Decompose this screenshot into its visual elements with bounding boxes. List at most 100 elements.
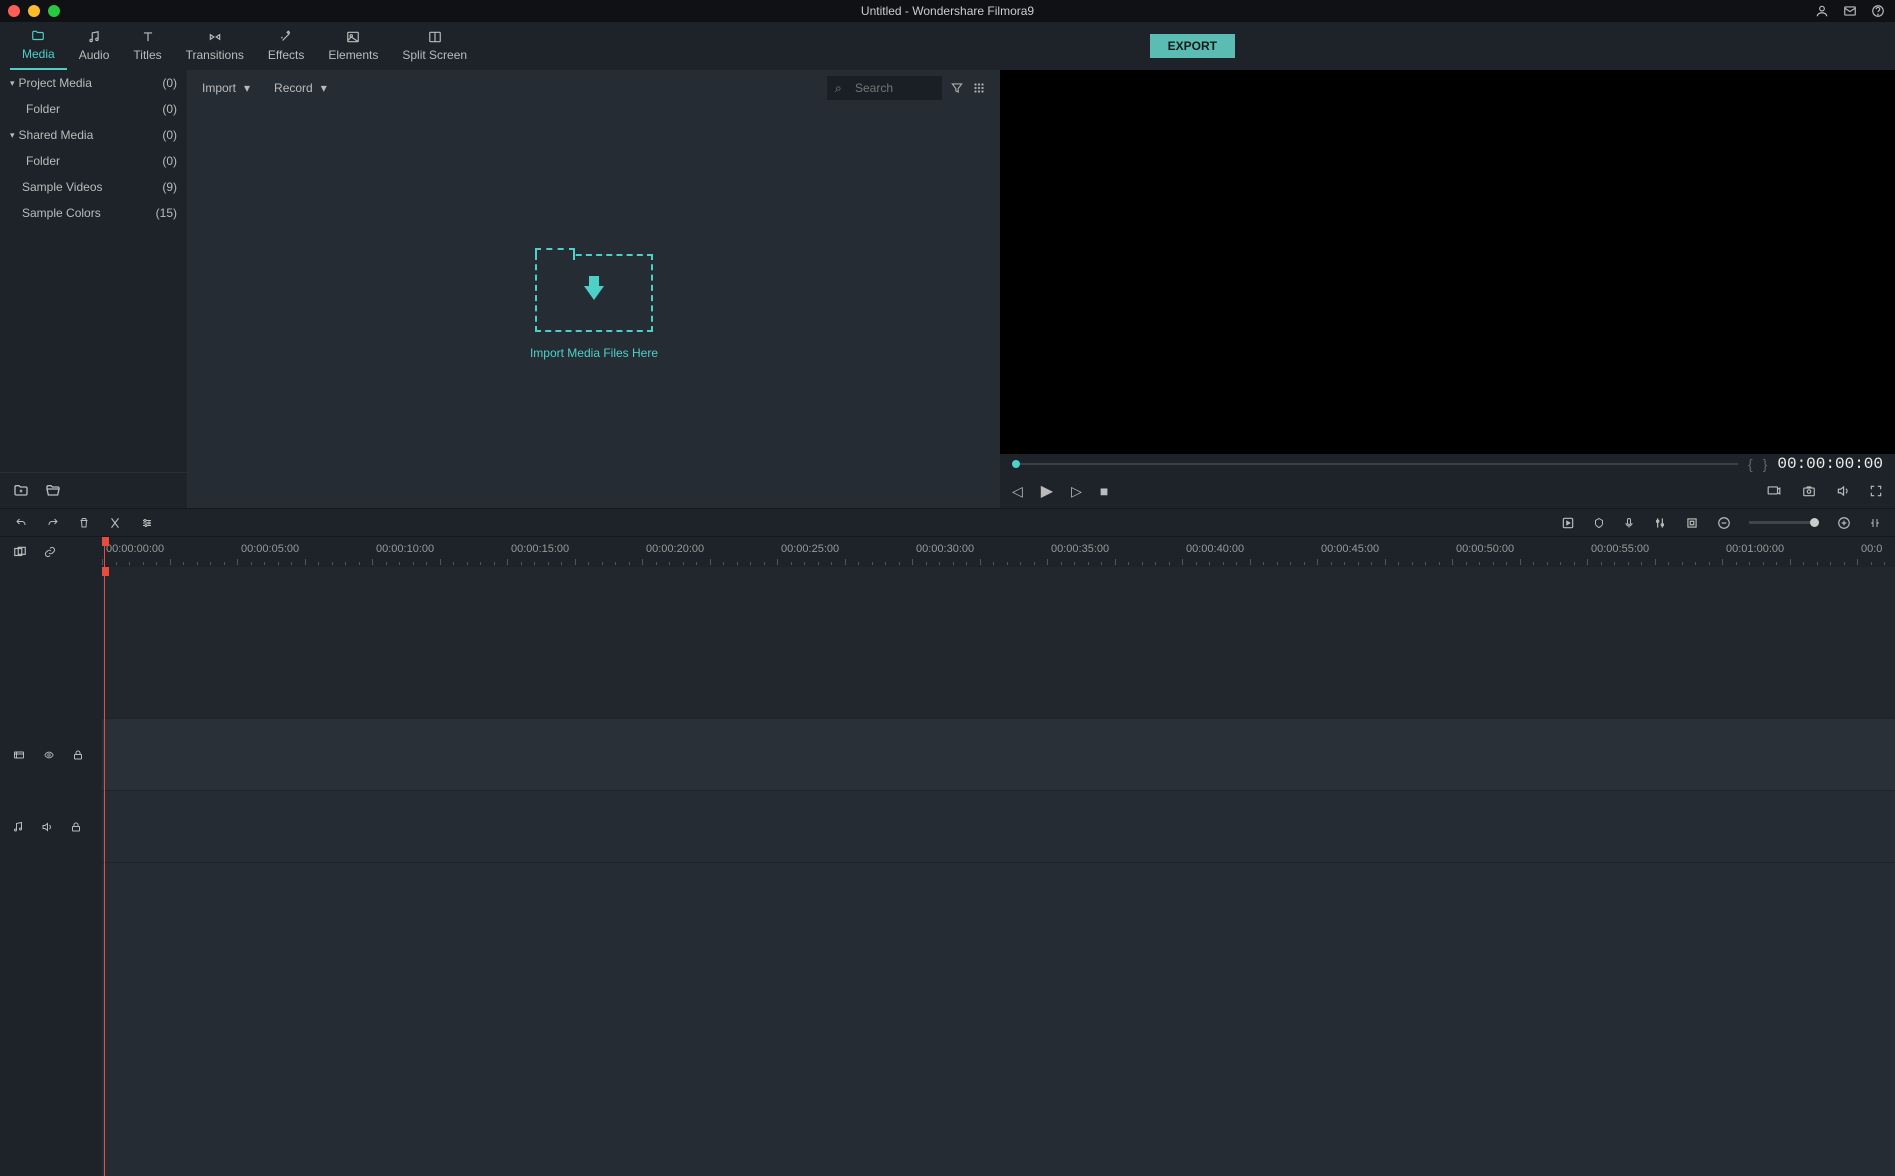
- video-track[interactable]: [102, 719, 1895, 791]
- step-forward-icon[interactable]: ▷: [1071, 483, 1082, 500]
- window-title: Untitled - Wondershare Filmora9: [861, 4, 1034, 18]
- tab-splitscreen[interactable]: Split Screen: [390, 22, 479, 70]
- tab-effects[interactable]: Effects: [256, 22, 316, 70]
- ruler-mark: 00:00:55:00: [1591, 543, 1649, 555]
- step-back-icon[interactable]: ◁: [1012, 483, 1023, 500]
- render-icon[interactable]: [1561, 516, 1575, 530]
- tab-label: Transitions: [186, 48, 244, 62]
- search-input[interactable]: [827, 76, 942, 100]
- ruler-mark: 00:00:15:00: [511, 543, 569, 555]
- sidebar-item-folder[interactable]: Folder (0): [0, 148, 187, 174]
- tab-label: Effects: [268, 48, 304, 62]
- dropzone-label: Import Media Files Here: [530, 346, 658, 360]
- folder-icon: [30, 29, 46, 45]
- filter-icon[interactable]: [950, 81, 964, 95]
- speaker-icon[interactable]: [40, 821, 54, 833]
- record-dropdown[interactable]: Record ▾: [274, 81, 327, 95]
- wand-icon: [279, 30, 293, 46]
- preview-canvas[interactable]: [1000, 70, 1895, 454]
- zoom-handle[interactable]: [1810, 518, 1819, 527]
- tab-audio[interactable]: Audio: [67, 22, 122, 70]
- scrub-track[interactable]: [1012, 463, 1738, 465]
- timeline-spacer: [102, 567, 1895, 719]
- open-folder-icon[interactable]: [44, 483, 62, 499]
- eye-icon[interactable]: [42, 750, 56, 760]
- crop-icon[interactable]: [1685, 516, 1699, 530]
- maximize-window-button[interactable]: [48, 5, 60, 17]
- grid-view-icon[interactable]: [972, 81, 986, 95]
- timeline-tracks[interactable]: 00:00:00:0000:00:05:0000:00:10:0000:00:1…: [102, 537, 1895, 1176]
- lock-icon[interactable]: [72, 748, 84, 762]
- ruler-mark: 00:01:00:00: [1726, 543, 1784, 555]
- new-folder-icon[interactable]: [12, 483, 30, 499]
- tab-elements[interactable]: Elements: [316, 22, 390, 70]
- tab-label: Media: [22, 47, 55, 61]
- redo-icon[interactable]: [46, 517, 60, 529]
- link-icon[interactable]: [42, 546, 58, 558]
- ruler-mark: 00:00:10:00: [376, 543, 434, 555]
- text-icon: [141, 30, 155, 46]
- stop-icon[interactable]: ■: [1100, 483, 1108, 499]
- chevron-down-icon: ▾: [321, 81, 327, 95]
- mark-out-icon[interactable]: }: [1763, 456, 1768, 472]
- close-window-button[interactable]: [8, 5, 20, 17]
- tab-transitions[interactable]: Transitions: [174, 22, 256, 70]
- tab-titles[interactable]: Titles: [121, 22, 173, 70]
- zoom-fit-icon[interactable]: [1869, 516, 1881, 530]
- ruler-mark: 00:00:00:00: [106, 543, 164, 555]
- export-button[interactable]: EXPORT: [1150, 34, 1235, 58]
- import-dropzone[interactable]: Import Media Files Here: [188, 106, 1000, 508]
- track-menu-icon[interactable]: [12, 545, 28, 559]
- ruler-mark: 00:00:45:00: [1321, 543, 1379, 555]
- sidebar-item-shared-media[interactable]: ▾Shared Media (0): [0, 122, 187, 148]
- undo-icon[interactable]: [14, 517, 28, 529]
- video-track-icon: [12, 749, 26, 761]
- audio-track-header[interactable]: [0, 791, 102, 863]
- timeline-ruler[interactable]: 00:00:00:0000:00:05:0000:00:10:0000:00:1…: [102, 537, 1895, 567]
- audio-track[interactable]: [102, 791, 1895, 863]
- download-arrow-icon: [584, 286, 604, 300]
- zoom-in-icon[interactable]: [1837, 516, 1851, 530]
- user-icon[interactable]: [1815, 4, 1829, 18]
- play-icon[interactable]: ▶: [1041, 481, 1053, 501]
- chevron-down-icon: ▾: [10, 78, 15, 89]
- mail-icon[interactable]: [1843, 4, 1857, 18]
- music-icon: [87, 30, 101, 46]
- fullscreen-icon[interactable]: [1869, 484, 1883, 498]
- sidebar-item-sample-colors[interactable]: Sample Colors (15): [0, 200, 187, 226]
- ruler-mark: 00:00:50:00: [1456, 543, 1514, 555]
- video-track-header[interactable]: [0, 719, 102, 791]
- playhead-ruler[interactable]: [104, 537, 105, 1176]
- audio-mixer-icon[interactable]: [1653, 516, 1667, 530]
- transition-icon: [207, 30, 223, 46]
- media-panel: Import ▾ Record ▾ ⌕ Import Media Files H…: [188, 70, 1000, 508]
- chevron-down-icon: ▾: [244, 81, 250, 95]
- timeline-toolbar: [0, 508, 1895, 536]
- tab-media[interactable]: Media: [10, 22, 67, 70]
- settings-icon[interactable]: [140, 517, 154, 529]
- delete-icon[interactable]: [78, 516, 90, 530]
- snapshot-icon[interactable]: [1801, 484, 1817, 498]
- window-controls: [8, 5, 60, 17]
- help-icon[interactable]: [1871, 4, 1885, 18]
- sidebar-item-folder[interactable]: Folder (0): [0, 96, 187, 122]
- voiceover-icon[interactable]: [1623, 516, 1635, 530]
- scrub-handle[interactable]: [1012, 460, 1020, 468]
- screen-record-icon[interactable]: [1765, 484, 1783, 498]
- zoom-slider[interactable]: [1749, 521, 1819, 524]
- split-icon[interactable]: [108, 516, 122, 530]
- sidebar-item-sample-videos[interactable]: Sample Videos (9): [0, 174, 187, 200]
- sidebar-item-project-media[interactable]: ▾Project Media (0): [0, 70, 187, 96]
- mark-in-icon[interactable]: {: [1748, 456, 1753, 472]
- volume-icon[interactable]: [1835, 484, 1851, 498]
- title-right-icons: [1815, 4, 1885, 18]
- marker-icon[interactable]: [1593, 516, 1605, 530]
- audio-track-icon: [12, 820, 24, 834]
- search-icon: ⌕: [835, 81, 842, 96]
- minimize-window-button[interactable]: [28, 5, 40, 17]
- dropzone-folder-icon: [535, 254, 653, 332]
- lock-icon[interactable]: [70, 820, 82, 834]
- preview-timecode: 00:00:00:00: [1777, 455, 1883, 473]
- import-dropdown[interactable]: Import ▾: [202, 81, 250, 95]
- zoom-out-icon[interactable]: [1717, 516, 1731, 530]
